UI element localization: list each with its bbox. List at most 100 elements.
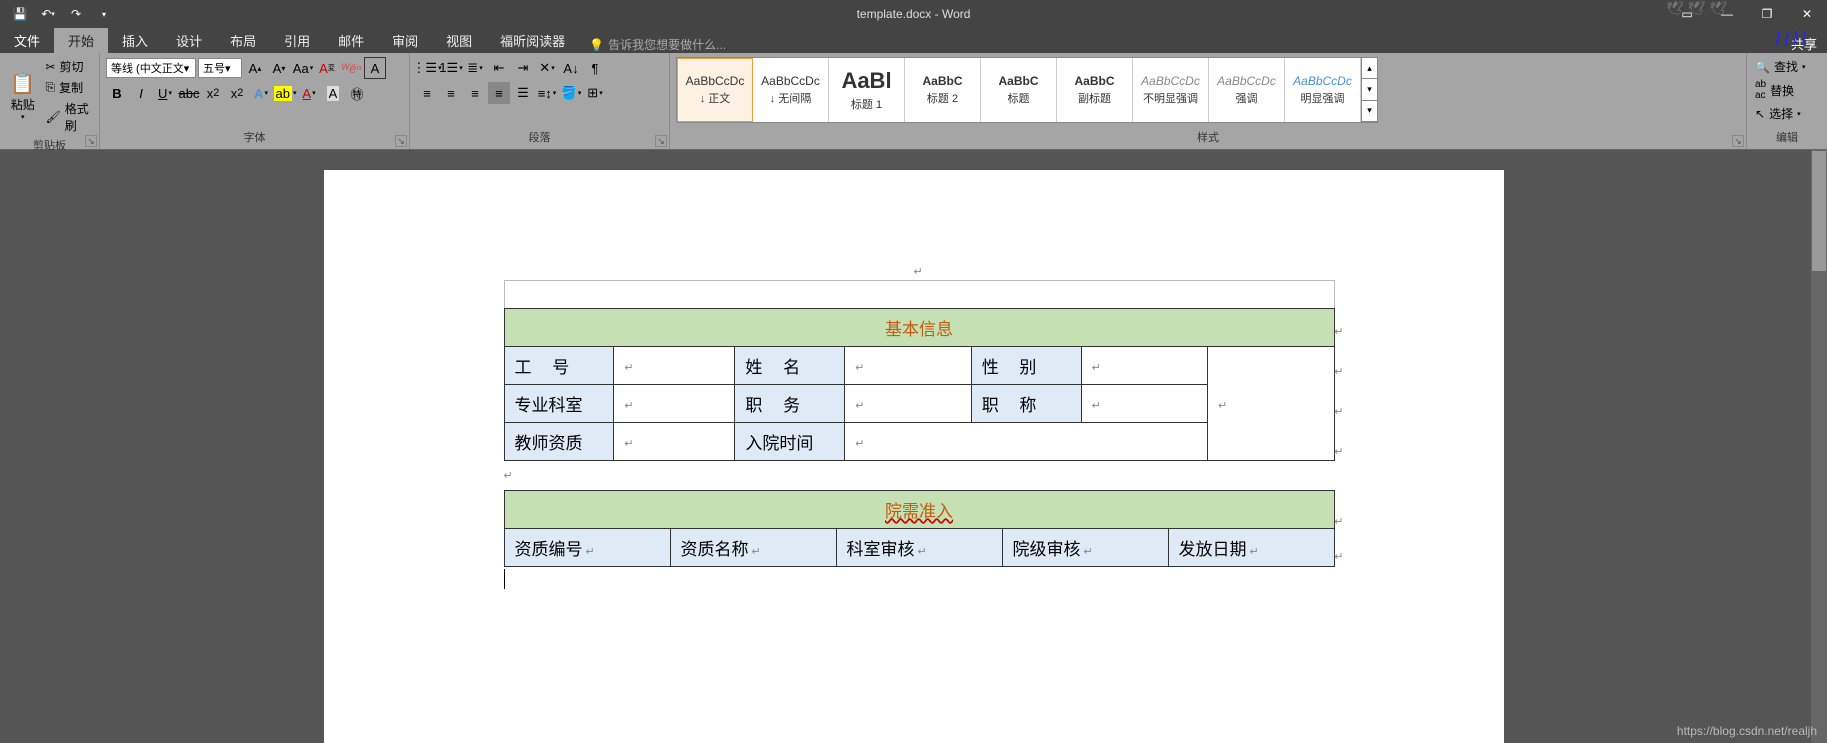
select-button[interactable]: ↖选择▾ [1753,104,1821,123]
highlight-button[interactable]: ab▾ [274,82,296,104]
minimize-button[interactable]: — [1707,0,1747,28]
bullets-button[interactable]: ⋮☰▾ [416,57,438,79]
style-heading2[interactable]: AaBbC标题 2 [905,58,981,122]
tab-mailings[interactable]: 邮件 [324,28,378,53]
tab-design[interactable]: 设计 [162,28,216,53]
group-label-editing: 编辑 [1753,127,1821,147]
decrease-indent-button[interactable]: ⇤ [488,57,510,79]
show-marks-button[interactable]: ¶ [584,57,606,79]
cursor-icon: ↖ [1755,107,1765,121]
align-left-button[interactable]: ≡ [416,82,438,104]
enclose-characters-button[interactable]: ㊕ [346,82,368,104]
tab-references[interactable]: 引用 [270,28,324,53]
vertical-scrollbar[interactable] [1811,150,1827,743]
tab-review[interactable]: 审阅 [378,28,432,53]
multilevel-list-button[interactable]: ≣▾ [464,57,486,79]
format-painter-button[interactable]: 🖌格式刷 [43,99,93,135]
grow-font-button[interactable]: A▴ [244,57,266,79]
style-heading1[interactable]: AaBl标题 1 [829,58,905,122]
clear-formatting-button[interactable]: ᵂёⁿ [340,57,362,79]
redo-button[interactable]: ↷ [64,2,88,26]
group-styles: AaBbCcDc↓ 正文 AaBbCcDc↓ 无间隔 AaBl标题 1 AaBb… [670,53,1747,149]
styles-dialog-launcher[interactable]: ↘ [1732,135,1744,147]
distributed-button[interactable]: ☰ [512,82,534,104]
tab-view[interactable]: 视图 [432,28,486,53]
style-title[interactable]: AaBbC标题 [981,58,1057,122]
align-right-button[interactable]: ≡ [464,82,486,104]
font-name-value: 等线 (中文正文 [111,60,184,76]
font-size-combo[interactable]: 五号▾ [198,58,242,78]
brush-icon: 🖌 [45,110,60,124]
font-name-combo[interactable]: 等线 (中文正文▾ [106,58,196,78]
text-effects-button[interactable]: A▾ [250,82,272,104]
watermark: https://blog.csdn.net/realjh [1677,724,1817,738]
tab-foxit[interactable]: 福昕阅读器 [486,28,579,53]
style-intense-emphasis[interactable]: AaBbCcDc明显强调 [1285,58,1361,122]
shading-button[interactable]: 🪣▾ [560,82,582,104]
style-emphasis[interactable]: AaBbCcDc强调 [1209,58,1285,122]
row-end-mark: ↵ [1334,550,1343,563]
close-button[interactable]: ✕ [1787,0,1827,28]
strikethrough-button[interactable]: abc [178,82,200,104]
qat-customize[interactable]: ▾ [92,2,116,26]
find-button[interactable]: 🔍查找▾ [1753,57,1821,76]
tab-home[interactable]: 开始 [54,28,108,53]
table-admission[interactable]: 院需准入 资质编号 ↵ 资质名称 ↵ 科室审核 ↵ 院级审核 ↵ 发放日期 ↵ [504,490,1335,567]
ribbon-options-button[interactable]: ▭ [1667,0,1707,28]
style-subtle-emphasis[interactable]: AaBbCcDc不明显强调 [1133,58,1209,122]
style-subtitle[interactable]: AaBbC副标题 [1057,58,1133,122]
maximize-button[interactable]: ❐ [1747,0,1787,28]
tab-file[interactable]: 文件 [0,28,54,53]
font-size-value: 五号 [203,60,225,76]
underline-button[interactable]: U▾ [154,82,176,104]
copy-button[interactable]: ⎘复制 [43,78,93,97]
clipboard-dialog-launcher[interactable]: ↘ [85,135,97,147]
style-no-spacing[interactable]: AaBbCcDc↓ 无间隔 [753,58,829,122]
asian-layout-button[interactable]: ✕▾ [536,57,558,79]
replace-button[interactable]: abac替换 [1753,78,1821,102]
font-color-button[interactable]: A▾ [298,82,320,104]
undo-button[interactable]: ↶▾ [36,2,60,26]
italic-button[interactable]: I [130,82,152,104]
line-spacing-button[interactable]: ≡↕▾ [536,82,558,104]
increase-indent-button[interactable]: ⇥ [512,57,534,79]
table-basic-info[interactable]: 基本信息 工 号 ↵ 姓 名 ↵ 性 别 ↵ ↵ 专业科室 ↵ 职 务 ↵ 职 … [504,308,1335,461]
tab-insert[interactable]: 插入 [108,28,162,53]
gallery-up-button[interactable]: ▴ [1362,58,1377,79]
scrollbar-thumb[interactable] [1812,151,1826,271]
align-center-button[interactable]: ≡ [440,82,462,104]
gallery-down-button[interactable]: ▾ [1362,79,1377,100]
group-label-styles: 样式 [676,127,1740,147]
subscript-button[interactable]: x2 [202,82,224,104]
borders-button[interactable]: ⊞▾ [584,82,606,104]
numbering-button[interactable]: 1☰▾ [440,57,462,79]
clipboard-icon: 📋 [10,71,35,96]
sort-button[interactable]: A↓ [560,57,582,79]
col-issue-date: 发放日期 [1179,540,1247,559]
character-shading-button[interactable]: A [322,82,344,104]
group-label-font: 字体 [106,127,403,147]
col-hospital-review: 院级审核 [1013,540,1081,559]
character-border-button[interactable]: A [364,57,386,79]
justify-button[interactable]: ≡ [488,82,510,104]
bold-button[interactable]: B [106,82,128,104]
save-button[interactable]: 💾 [8,2,32,26]
style-normal[interactable]: AaBbCcDc↓ 正文 [677,58,753,122]
label-title: 职 称 [971,385,1081,423]
share-button[interactable]: ⌇⌇⌇⌇ 共享 [1791,34,1827,53]
group-editing: 🔍查找▾ abac替换 ↖选择▾ 编辑 [1747,53,1827,149]
font-dialog-launcher[interactable]: ↘ [395,135,407,147]
shrink-font-button[interactable]: A▾ [268,57,290,79]
paste-label: 粘贴 [11,96,35,113]
gallery-more-button[interactable]: ▾ [1362,101,1377,122]
tab-layout[interactable]: 布局 [216,28,270,53]
group-paragraph: ⋮☰▾ 1☰▾ ≣▾ ⇤ ⇥ ✕▾ A↓ ¶ ≡ ≡ ≡ ≡ ☰ ≡↕▾ 🪣▾ … [410,53,670,149]
tell-me-search[interactable]: 💡 告诉我您想要做什么... [589,36,726,53]
change-case-button[interactable]: Aa▾ [292,57,314,79]
paragraph-dialog-launcher[interactable]: ↘ [655,135,667,147]
superscript-button[interactable]: x2 [226,82,248,104]
cut-button[interactable]: ✂剪切 [43,57,93,76]
paste-button[interactable]: 📋 粘贴 ▾ [6,57,39,135]
document-area[interactable]: ↵ 基本信息 工 号 ↵ 姓 名 ↵ 性 别 ↵ ↵ 专业科室 ↵ 职 务 ↵ [0,150,1827,743]
phonetic-guide-button[interactable]: A変 [316,57,338,79]
